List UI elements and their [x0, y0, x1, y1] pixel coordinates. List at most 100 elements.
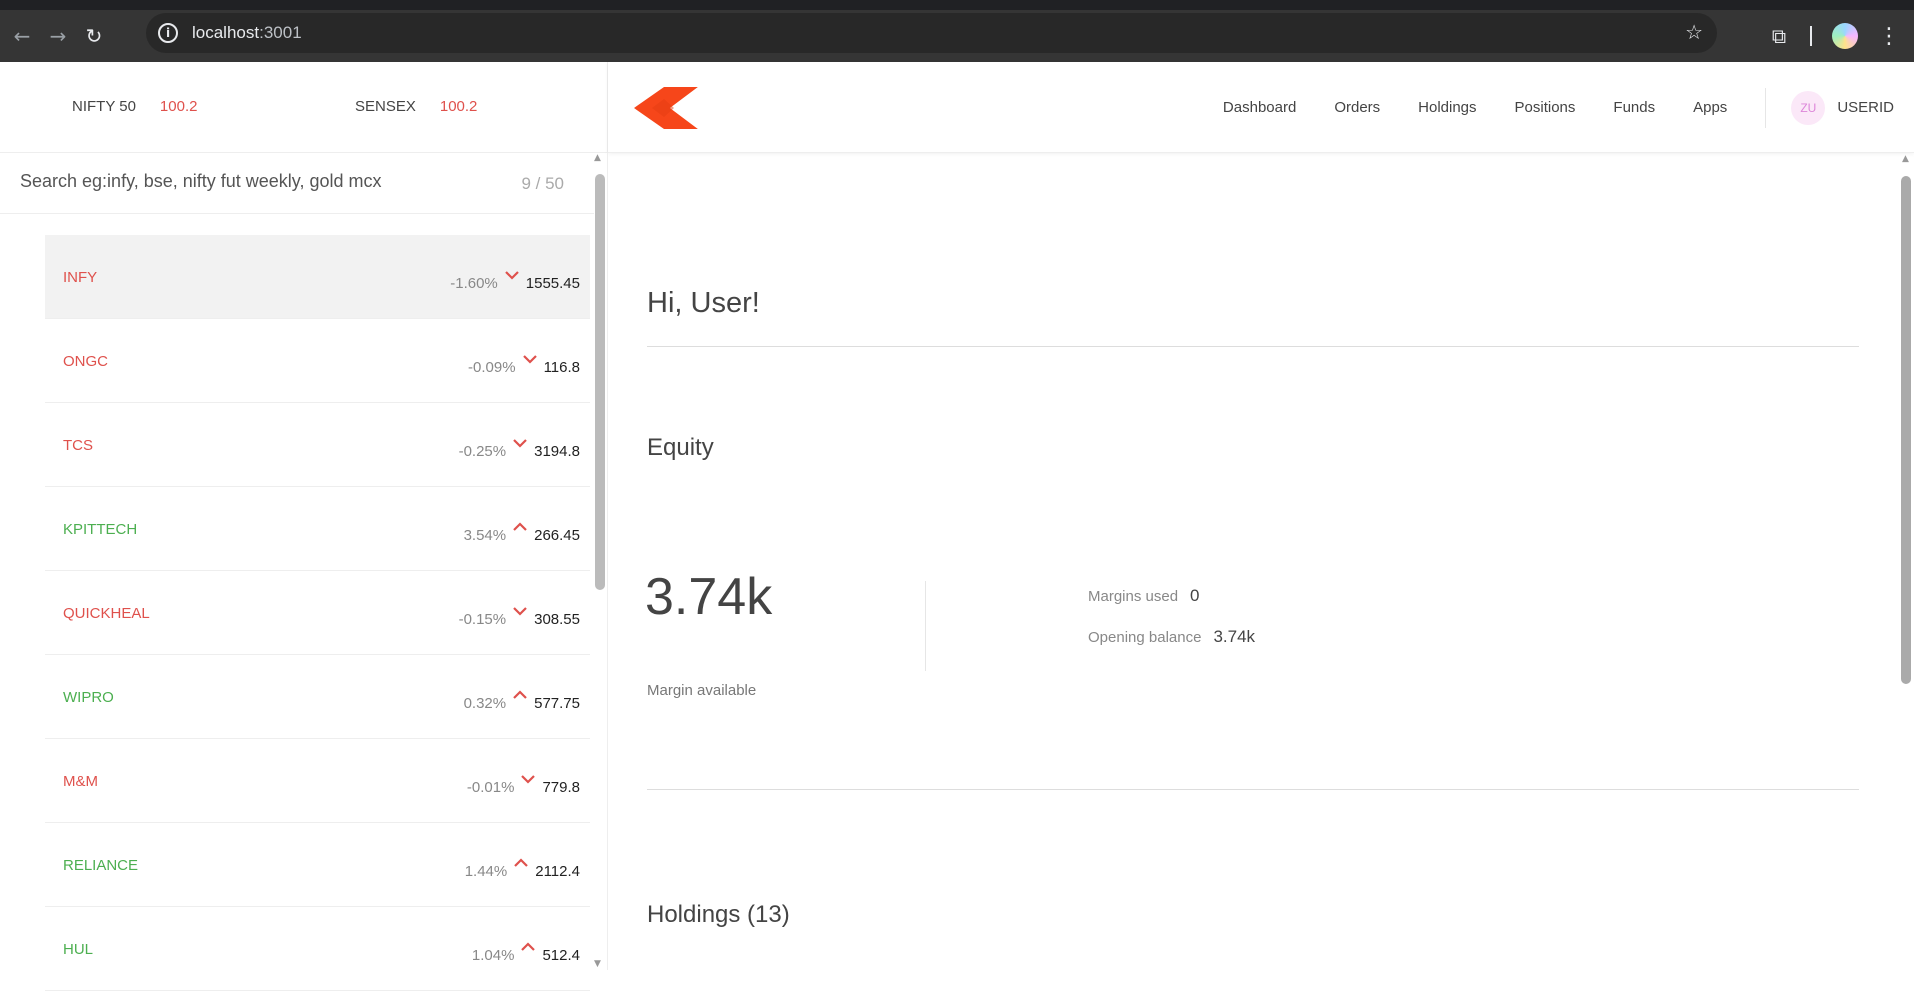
margins-used-label: Margins used	[1088, 588, 1179, 605]
divider	[647, 346, 1859, 347]
instrument-name: QUICKHEAL	[63, 605, 150, 622]
chevron-up-icon	[513, 522, 527, 531]
instrument-name: RELIANCE	[63, 857, 139, 874]
nav-funds[interactable]: Funds	[1613, 99, 1655, 116]
last-price: 308.55	[534, 611, 580, 628]
divider	[647, 789, 1859, 790]
last-price: 577.75	[534, 695, 580, 712]
last-price: 266.45	[534, 527, 580, 544]
index-name: SENSEX	[355, 98, 416, 115]
index-nifty: NIFTY 50 100.2	[72, 98, 197, 115]
nav-positions[interactable]: Positions	[1515, 99, 1576, 116]
browser-menu-icon[interactable]: ⋮	[1878, 24, 1900, 49]
change-percent: -0.09%	[468, 359, 516, 376]
page-title: Hi, User!	[647, 287, 760, 319]
change-percent: 1.04%	[471, 947, 515, 964]
toolbar-separator	[1810, 26, 1812, 46]
list-item[interactable]: WIPRO 0.32% 577.75	[45, 655, 590, 739]
instrument-quote: -0.25% 3194.8	[459, 437, 580, 460]
opening-balance-label: Opening balance	[1088, 629, 1202, 646]
margin-available-label: Margin available	[647, 682, 757, 699]
app: NIFTY 50 100.2 SENSEX 100.2 Dashboard Or…	[0, 62, 1914, 991]
search-bar: 9 / 50	[0, 153, 594, 214]
top-navigation: Dashboard Orders Holdings Positions Fund…	[608, 62, 1914, 153]
chevron-up-icon	[513, 690, 527, 699]
watchlist: 9 / 50 INFY -1.60% 1555.45 ONGC -0.09% 116.8 T…	[0, 153, 608, 991]
chevron-down-icon	[513, 607, 527, 616]
index-value: 100.2	[439, 98, 478, 115]
last-price: 116.8	[543, 359, 580, 376]
nav-holdings[interactable]: Holdings	[1418, 99, 1476, 116]
change-percent: -1.60%	[450, 275, 498, 292]
nav-dashboard[interactable]: Dashboard	[1223, 99, 1296, 116]
back-icon[interactable]: ←	[4, 18, 40, 54]
url-text[interactable]: localhost:3001	[192, 23, 302, 43]
instrument-name: KPITTECH	[63, 521, 138, 538]
instrument-name: WIPRO	[63, 689, 114, 706]
nav-links: Dashboard Orders Holdings Positions Fund…	[1185, 62, 1894, 153]
list-item[interactable]: ONGC -0.09% 116.8	[45, 319, 590, 403]
change-percent: 1.44%	[464, 863, 508, 880]
list-item[interactable]: M&M -0.01% 779.8	[45, 739, 590, 823]
change-percent: 0.32%	[463, 695, 507, 712]
margin-available-value: 3.74k	[645, 568, 773, 626]
last-price: 1555.45	[525, 275, 580, 292]
equity-title: Equity	[647, 434, 714, 461]
dashboard-main: Hi, User! Equity 3.74k Margin available …	[608, 153, 1914, 970]
chevron-down-icon	[521, 775, 536, 784]
list-item[interactable]: TCS -0.25% 3194.8	[45, 403, 590, 487]
browser-chrome: ← → ↻ i localhost:3001 ☆ ⧉ ⋮	[0, 0, 1914, 62]
list-item[interactable]: QUICKHEAL -0.15% 308.55	[45, 571, 590, 655]
change-percent: -0.01%	[466, 779, 515, 796]
last-price: 2112.4	[535, 863, 580, 880]
main-scroll-thumb[interactable]	[1901, 176, 1911, 684]
nav-apps[interactable]: Apps	[1693, 99, 1727, 116]
scroll-up-icon[interactable]: ▲	[594, 153, 601, 163]
instrument-name: TCS	[63, 437, 93, 454]
extensions-icon[interactable]: ⧉	[1766, 23, 1792, 49]
address-bar[interactable]: i localhost:3001 ☆	[146, 13, 1717, 53]
user-id[interactable]: USERID	[1837, 99, 1894, 116]
instrument-name: INFY	[63, 269, 98, 286]
search-input[interactable]	[20, 171, 490, 192]
site-info-icon[interactable]: i	[158, 23, 178, 43]
last-price: 779.8	[542, 779, 580, 796]
instrument-quote: 0.32% 577.75	[464, 689, 580, 712]
chevron-down-icon	[504, 271, 519, 280]
profile-avatar-icon[interactable]	[1832, 23, 1858, 49]
chevron-down-icon	[513, 439, 527, 448]
index-name: NIFTY 50	[72, 98, 136, 115]
list-item[interactable]: HUL 1.04% 512.4	[45, 907, 590, 991]
index-sensex: SENSEX 100.2	[355, 98, 477, 115]
index-bar: NIFTY 50 100.2 SENSEX 100.2	[0, 62, 608, 153]
scroll-up-icon[interactable]: ▲	[1902, 154, 1909, 164]
bookmark-star-icon[interactable]: ☆	[1685, 20, 1703, 44]
change-percent: -0.15%	[458, 611, 507, 628]
list-item[interactable]: RELIANCE 1.44% 2112.4	[45, 823, 590, 907]
chevron-up-icon	[514, 858, 529, 867]
nav-divider	[1765, 87, 1767, 128]
instrument-quote: 1.04% 512.4	[472, 941, 580, 964]
watchlist-count: 9 / 50	[521, 174, 564, 193]
watchlist-scroll-thumb[interactable]	[595, 174, 605, 590]
list-item[interactable]: INFY -1.60% 1555.45	[45, 235, 590, 319]
instrument-quote: 3.54% 266.45	[464, 521, 580, 544]
margins-used-row: Margins used 0	[1088, 586, 1200, 606]
kite-logo-icon[interactable]	[634, 87, 698, 129]
nav-orders[interactable]: Orders	[1334, 99, 1380, 116]
chevron-up-icon	[521, 942, 536, 951]
scroll-down-icon[interactable]: ▼	[594, 959, 601, 969]
instrument-quote: -0.15% 308.55	[459, 605, 580, 628]
reload-icon[interactable]: ↻	[76, 18, 112, 54]
change-percent: -0.25%	[458, 443, 507, 460]
holdings-title: Holdings (13)	[647, 901, 790, 928]
instrument-name: ONGC	[63, 353, 108, 370]
forward-icon[interactable]: →	[40, 18, 76, 54]
instrument-quote: 1.44% 2112.4	[465, 857, 580, 880]
instrument-quote: -1.60% 1555.45	[450, 269, 580, 292]
watchlist-items: INFY -1.60% 1555.45 ONGC -0.09% 116.8 TCS -0.25…	[45, 235, 590, 991]
opening-balance-value: 3.74k	[1213, 627, 1256, 646]
opening-balance-row: Opening balance 3.74k	[1088, 627, 1255, 647]
list-item[interactable]: KPITTECH 3.54% 266.45	[45, 487, 590, 571]
avatar[interactable]: ZU	[1791, 90, 1826, 125]
